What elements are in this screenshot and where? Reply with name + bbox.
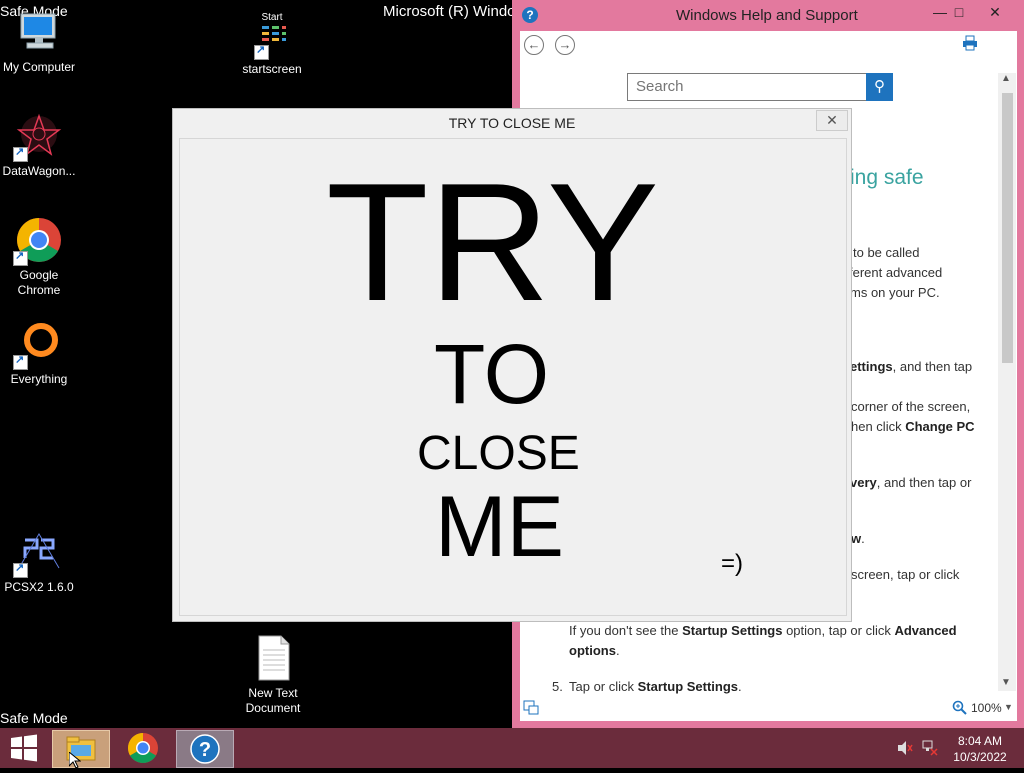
maximize-button[interactable]: □	[942, 2, 976, 22]
folder-icon	[66, 736, 96, 761]
try-window-title: TRY TO CLOSE ME	[448, 115, 576, 131]
shortcut-arrow-icon	[254, 43, 269, 60]
help-text-line: hen click Change PC	[851, 419, 975, 434]
chrome-icon	[127, 733, 158, 764]
help-scrollbar[interactable]: ▲ ▼	[998, 73, 1016, 691]
pcsx2-icon	[13, 528, 63, 578]
help-text-line: ettings, and then tap	[850, 359, 973, 374]
help-search-box[interactable]	[627, 73, 867, 101]
datawagon-icon	[13, 112, 63, 162]
help-text-line: ms on your PC.	[850, 285, 940, 300]
desktop-icon-label: Google Chrome	[17, 268, 61, 297]
network-disconnected-icon[interactable]	[922, 740, 938, 756]
clock-time: 8:04 AM	[957, 734, 1003, 748]
desktop-icon-label: DataWagon...	[2, 164, 76, 178]
help-window-title: Windows Help and Support	[676, 7, 858, 24]
help-text-line: to be called	[853, 245, 920, 260]
search-icon[interactable]: ⚲	[866, 73, 893, 101]
text-document-icon	[249, 634, 297, 682]
os-version-title: Microsoft (R) Windo	[383, 3, 512, 20]
desktop-icon-datawagon[interactable]: DataWagon...	[0, 112, 81, 179]
zoom-dropdown-icon[interactable]: ▼	[1004, 702, 1013, 712]
desktop-icon-my-computer[interactable]: My Computer	[0, 8, 81, 75]
everything-icon	[13, 320, 63, 370]
volume-muted-icon[interactable]	[897, 740, 913, 756]
mouse-cursor-icon	[68, 750, 82, 769]
scroll-up-arrow-icon[interactable]: ▲	[1001, 73, 1011, 84]
desktop-icon-startscreen[interactable]: Start startscreen	[230, 10, 314, 77]
forward-arrow-icon[interactable]: →	[555, 35, 575, 55]
help-text-line: screen, tap or click	[851, 567, 960, 582]
desktop-icon-label: PCSX2 1.6.0	[4, 580, 74, 594]
try-window-content: TRY TO CLOSE ME =)	[179, 138, 847, 616]
help-text-line: ferent advanced	[849, 265, 943, 280]
help-search-input[interactable]	[628, 74, 864, 98]
big-text-try: TRY	[326, 148, 659, 336]
help-question-icon: ?	[190, 734, 220, 764]
scrollbar-thumb[interactable]	[1002, 93, 1013, 363]
close-button[interactable]: ✕	[978, 2, 1012, 22]
help-titlebar[interactable]: ? Windows Help and Support — □ ✕	[512, 0, 1024, 31]
windows-logo-icon	[11, 734, 37, 762]
chrome-icon	[13, 216, 63, 266]
taskbar: ? 8:04 AM 10/3/2022	[0, 728, 1024, 768]
help-text-line: very, and then tap or	[850, 475, 972, 490]
desktop-icon-everything[interactable]: Everything	[0, 320, 81, 387]
help-heading-fragment: ing safe	[850, 166, 924, 189]
desktop-icon-label: Everything	[10, 372, 68, 386]
big-text-me: ME	[435, 479, 564, 575]
taskbar-help-and-support[interactable]: ?	[176, 730, 234, 768]
smiley-text: =)	[721, 550, 744, 577]
help-text-line: options.	[569, 643, 620, 658]
back-arrow-icon[interactable]: ←	[524, 35, 544, 55]
browse-help-icon[interactable]	[523, 699, 539, 715]
desktop-icon-new-text-document[interactable]: New Text Document	[231, 634, 315, 716]
print-icon[interactable]	[962, 35, 978, 51]
shortcut-arrow-icon	[13, 145, 28, 162]
help-text-line: Tap or click Startup Settings.	[569, 679, 742, 694]
safe-mode-label-bottom: Safe Mode	[0, 710, 68, 726]
help-text-line: If you don't see the Startup Settings op…	[569, 623, 957, 638]
desktop-icon-label: My Computer	[2, 60, 76, 74]
taskbar-chrome[interactable]	[115, 730, 171, 766]
scroll-down-arrow-icon[interactable]: ▼	[1001, 677, 1011, 688]
help-list-number: 5.	[552, 679, 563, 694]
try-window-close-button[interactable]: ✕	[816, 110, 848, 131]
desktop-icon-chrome[interactable]: Google Chrome	[0, 216, 81, 298]
start-button[interactable]	[0, 730, 56, 766]
shortcut-arrow-icon	[13, 561, 28, 578]
svg-text:?: ?	[199, 739, 211, 761]
taskbar-file-explorer[interactable]	[52, 730, 110, 768]
try-to-close-me-window: TRY TO CLOSE ME ✕ TRY TO CLOSE ME =)	[172, 108, 852, 622]
computer-icon	[15, 8, 63, 56]
startscreen-icon: Start	[248, 10, 296, 60]
help-question-icon: ?	[522, 7, 538, 23]
zoom-level[interactable]: 100%	[971, 701, 1002, 715]
desktop-icon-label: startscreen	[242, 62, 302, 76]
clock-date: 10/3/2022	[953, 750, 1007, 764]
shortcut-arrow-icon	[13, 249, 28, 266]
help-text-line: corner of the screen,	[851, 399, 971, 414]
zoom-icon[interactable]	[952, 700, 968, 716]
desktop-icon-pcsx2[interactable]: PCSX2 1.6.0	[0, 528, 81, 595]
help-text-line: w.	[851, 531, 865, 546]
taskbar-clock[interactable]: 8:04 AM 10/3/2022	[944, 733, 1016, 765]
big-text-to: TO	[434, 327, 550, 421]
desktop-icon-label: New Text Document	[245, 686, 301, 715]
big-text-close: CLOSE	[417, 427, 580, 480]
shortcut-arrow-icon	[13, 353, 28, 370]
